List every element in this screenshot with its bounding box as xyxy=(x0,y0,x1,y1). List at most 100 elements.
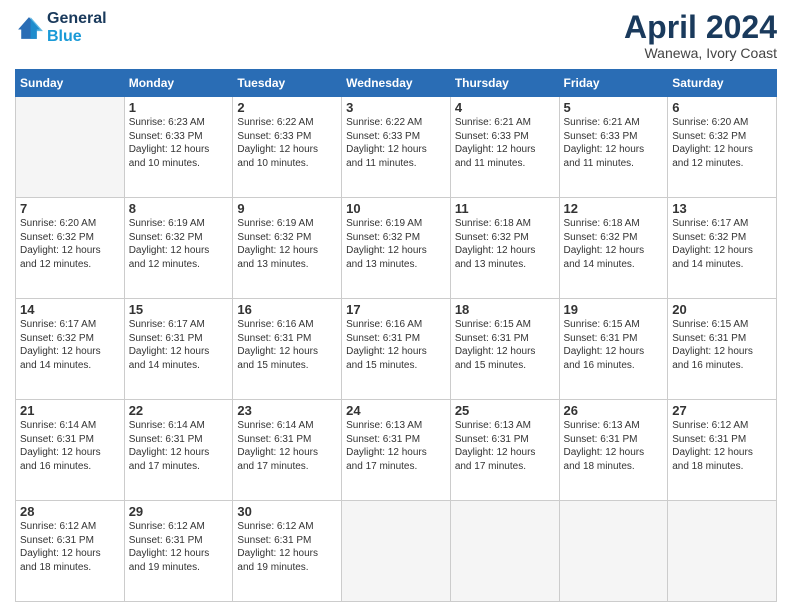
day-info: Sunrise: 6:17 AMSunset: 6:31 PMDaylight:… xyxy=(129,318,229,372)
calendar-week-1: 1Sunrise: 6:23 AMSunset: 6:33 PMDaylight… xyxy=(16,97,777,198)
logo-text: General Blue xyxy=(47,10,107,45)
day-number: 29 xyxy=(129,504,229,519)
day-info: Sunrise: 6:13 AMSunset: 6:31 PMDaylight:… xyxy=(346,419,446,473)
calendar-cell: 24Sunrise: 6:13 AMSunset: 6:31 PMDayligh… xyxy=(342,400,451,501)
day-number: 19 xyxy=(564,302,664,317)
calendar-header-thursday: Thursday xyxy=(450,70,559,97)
day-number: 26 xyxy=(564,403,664,418)
page: General Blue April 2024 Wanewa, Ivory Co… xyxy=(0,0,792,612)
day-number: 2 xyxy=(237,100,337,115)
day-info: Sunrise: 6:21 AMSunset: 6:33 PMDaylight:… xyxy=(564,116,664,170)
calendar-cell: 28Sunrise: 6:12 AMSunset: 6:31 PMDayligh… xyxy=(16,501,125,602)
day-number: 9 xyxy=(237,201,337,216)
calendar-header-saturday: Saturday xyxy=(668,70,777,97)
day-info: Sunrise: 6:16 AMSunset: 6:31 PMDaylight:… xyxy=(346,318,446,372)
day-info: Sunrise: 6:20 AMSunset: 6:32 PMDaylight:… xyxy=(672,116,772,170)
calendar-cell: 14Sunrise: 6:17 AMSunset: 6:32 PMDayligh… xyxy=(16,299,125,400)
day-info: Sunrise: 6:20 AMSunset: 6:32 PMDaylight:… xyxy=(20,217,120,271)
day-number: 1 xyxy=(129,100,229,115)
day-number: 28 xyxy=(20,504,120,519)
day-info: Sunrise: 6:14 AMSunset: 6:31 PMDaylight:… xyxy=(129,419,229,473)
page-subtitle: Wanewa, Ivory Coast xyxy=(624,45,777,61)
calendar-cell: 20Sunrise: 6:15 AMSunset: 6:31 PMDayligh… xyxy=(668,299,777,400)
title-block: April 2024 Wanewa, Ivory Coast xyxy=(624,10,777,61)
calendar-week-4: 21Sunrise: 6:14 AMSunset: 6:31 PMDayligh… xyxy=(16,400,777,501)
calendar-header-sunday: Sunday xyxy=(16,70,125,97)
calendar-cell: 12Sunrise: 6:18 AMSunset: 6:32 PMDayligh… xyxy=(559,198,668,299)
day-info: Sunrise: 6:14 AMSunset: 6:31 PMDaylight:… xyxy=(20,419,120,473)
day-info: Sunrise: 6:13 AMSunset: 6:31 PMDaylight:… xyxy=(564,419,664,473)
day-info: Sunrise: 6:12 AMSunset: 6:31 PMDaylight:… xyxy=(129,520,229,574)
calendar-cell: 9Sunrise: 6:19 AMSunset: 6:32 PMDaylight… xyxy=(233,198,342,299)
day-number: 21 xyxy=(20,403,120,418)
calendar-cell: 23Sunrise: 6:14 AMSunset: 6:31 PMDayligh… xyxy=(233,400,342,501)
day-number: 22 xyxy=(129,403,229,418)
calendar-cell: 10Sunrise: 6:19 AMSunset: 6:32 PMDayligh… xyxy=(342,198,451,299)
day-number: 12 xyxy=(564,201,664,216)
calendar-cell: 17Sunrise: 6:16 AMSunset: 6:31 PMDayligh… xyxy=(342,299,451,400)
calendar-cell: 15Sunrise: 6:17 AMSunset: 6:31 PMDayligh… xyxy=(124,299,233,400)
day-number: 3 xyxy=(346,100,446,115)
day-info: Sunrise: 6:15 AMSunset: 6:31 PMDaylight:… xyxy=(455,318,555,372)
day-info: Sunrise: 6:19 AMSunset: 6:32 PMDaylight:… xyxy=(346,217,446,271)
day-number: 18 xyxy=(455,302,555,317)
calendar-cell: 1Sunrise: 6:23 AMSunset: 6:33 PMDaylight… xyxy=(124,97,233,198)
calendar-cell: 18Sunrise: 6:15 AMSunset: 6:31 PMDayligh… xyxy=(450,299,559,400)
page-title: April 2024 xyxy=(624,10,777,45)
calendar-cell: 2Sunrise: 6:22 AMSunset: 6:33 PMDaylight… xyxy=(233,97,342,198)
calendar-cell: 3Sunrise: 6:22 AMSunset: 6:33 PMDaylight… xyxy=(342,97,451,198)
day-info: Sunrise: 6:21 AMSunset: 6:33 PMDaylight:… xyxy=(455,116,555,170)
calendar-cell: 29Sunrise: 6:12 AMSunset: 6:31 PMDayligh… xyxy=(124,501,233,602)
day-info: Sunrise: 6:19 AMSunset: 6:32 PMDaylight:… xyxy=(237,217,337,271)
calendar-cell: 21Sunrise: 6:14 AMSunset: 6:31 PMDayligh… xyxy=(16,400,125,501)
day-info: Sunrise: 6:15 AMSunset: 6:31 PMDaylight:… xyxy=(564,318,664,372)
day-info: Sunrise: 6:17 AMSunset: 6:32 PMDaylight:… xyxy=(20,318,120,372)
day-number: 20 xyxy=(672,302,772,317)
day-number: 15 xyxy=(129,302,229,317)
calendar-cell xyxy=(668,501,777,602)
day-number: 13 xyxy=(672,201,772,216)
day-number: 11 xyxy=(455,201,555,216)
calendar-cell: 5Sunrise: 6:21 AMSunset: 6:33 PMDaylight… xyxy=(559,97,668,198)
calendar-cell xyxy=(450,501,559,602)
day-info: Sunrise: 6:12 AMSunset: 6:31 PMDaylight:… xyxy=(20,520,120,574)
day-info: Sunrise: 6:14 AMSunset: 6:31 PMDaylight:… xyxy=(237,419,337,473)
calendar-table: SundayMondayTuesdayWednesdayThursdayFrid… xyxy=(15,69,777,602)
day-number: 14 xyxy=(20,302,120,317)
day-info: Sunrise: 6:18 AMSunset: 6:32 PMDaylight:… xyxy=(455,217,555,271)
day-info: Sunrise: 6:15 AMSunset: 6:31 PMDaylight:… xyxy=(672,318,772,372)
day-info: Sunrise: 6:22 AMSunset: 6:33 PMDaylight:… xyxy=(346,116,446,170)
calendar-cell: 11Sunrise: 6:18 AMSunset: 6:32 PMDayligh… xyxy=(450,198,559,299)
calendar-cell: 16Sunrise: 6:16 AMSunset: 6:31 PMDayligh… xyxy=(233,299,342,400)
calendar-cell xyxy=(342,501,451,602)
calendar-cell: 19Sunrise: 6:15 AMSunset: 6:31 PMDayligh… xyxy=(559,299,668,400)
calendar-header-tuesday: Tuesday xyxy=(233,70,342,97)
calendar-header-monday: Monday xyxy=(124,70,233,97)
calendar-cell: 6Sunrise: 6:20 AMSunset: 6:32 PMDaylight… xyxy=(668,97,777,198)
day-info: Sunrise: 6:13 AMSunset: 6:31 PMDaylight:… xyxy=(455,419,555,473)
calendar-cell: 8Sunrise: 6:19 AMSunset: 6:32 PMDaylight… xyxy=(124,198,233,299)
day-info: Sunrise: 6:12 AMSunset: 6:31 PMDaylight:… xyxy=(237,520,337,574)
day-number: 6 xyxy=(672,100,772,115)
day-info: Sunrise: 6:22 AMSunset: 6:33 PMDaylight:… xyxy=(237,116,337,170)
day-number: 4 xyxy=(455,100,555,115)
calendar-cell xyxy=(16,97,125,198)
day-number: 30 xyxy=(237,504,337,519)
calendar-week-2: 7Sunrise: 6:20 AMSunset: 6:32 PMDaylight… xyxy=(16,198,777,299)
calendar-cell: 30Sunrise: 6:12 AMSunset: 6:31 PMDayligh… xyxy=(233,501,342,602)
day-number: 5 xyxy=(564,100,664,115)
calendar-cell: 27Sunrise: 6:12 AMSunset: 6:31 PMDayligh… xyxy=(668,400,777,501)
day-number: 16 xyxy=(237,302,337,317)
calendar-cell: 7Sunrise: 6:20 AMSunset: 6:32 PMDaylight… xyxy=(16,198,125,299)
calendar-cell: 26Sunrise: 6:13 AMSunset: 6:31 PMDayligh… xyxy=(559,400,668,501)
day-number: 23 xyxy=(237,403,337,418)
day-info: Sunrise: 6:19 AMSunset: 6:32 PMDaylight:… xyxy=(129,217,229,271)
logo: General Blue xyxy=(15,10,107,45)
day-number: 7 xyxy=(20,201,120,216)
day-number: 10 xyxy=(346,201,446,216)
day-number: 25 xyxy=(455,403,555,418)
header: General Blue April 2024 Wanewa, Ivory Co… xyxy=(15,10,777,61)
day-info: Sunrise: 6:12 AMSunset: 6:31 PMDaylight:… xyxy=(672,419,772,473)
calendar-week-3: 14Sunrise: 6:17 AMSunset: 6:32 PMDayligh… xyxy=(16,299,777,400)
day-info: Sunrise: 6:18 AMSunset: 6:32 PMDaylight:… xyxy=(564,217,664,271)
